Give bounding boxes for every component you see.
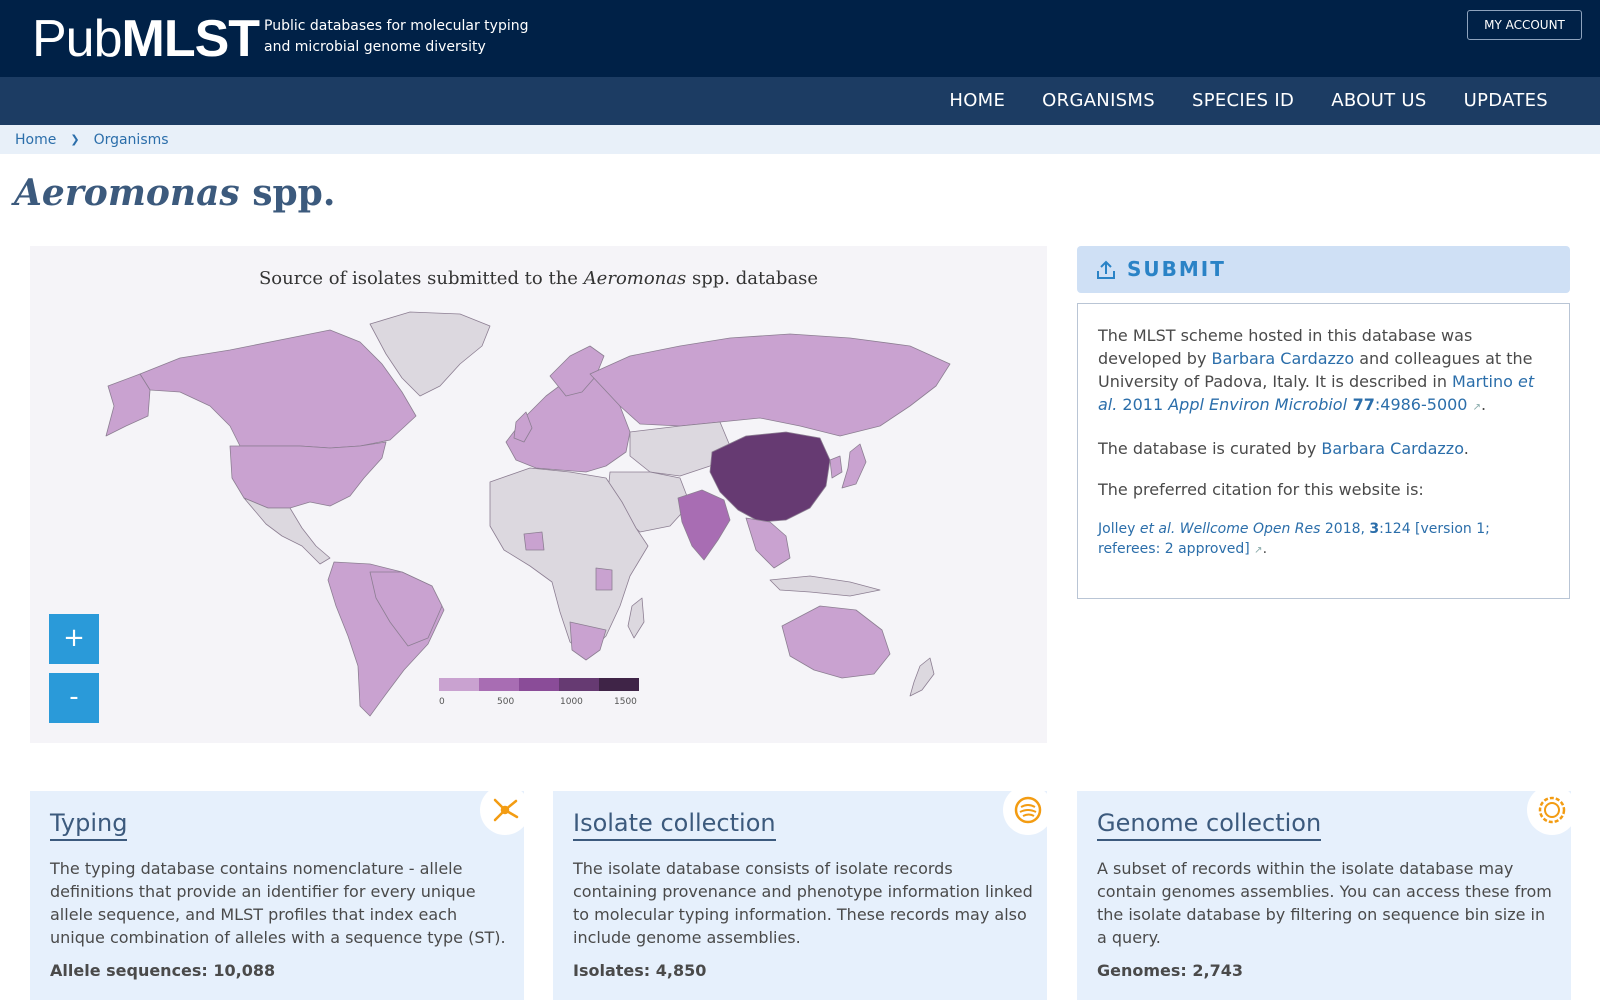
legend-color-scale	[439, 678, 639, 691]
card-count: Genomes: 2,743	[1097, 961, 1243, 980]
citation-heading: The preferred citation for this website …	[1098, 480, 1424, 499]
genome-collection-card: Genome collection A subset of records wi…	[1077, 785, 1577, 1000]
typing-card: Typing The typing database contains nome…	[30, 785, 530, 1000]
network-icon	[480, 785, 530, 835]
map-title: Source of isolates submitted to the Aero…	[258, 268, 819, 289]
nav-item-updates[interactable]: UPDATES	[1464, 77, 1548, 125]
isolate-map-panel: Source of isolates submitted to the Aero…	[30, 246, 1047, 743]
zoom-out-button[interactable]: -	[49, 673, 99, 723]
legend-swatch	[439, 678, 479, 691]
card-description: A subset of records within the isolate d…	[1097, 859, 1552, 947]
map-new-zealand	[909, 657, 935, 697]
nav-item-about-us[interactable]: ABOUT US	[1331, 77, 1426, 125]
map-kenya	[595, 567, 613, 591]
legend-tick: 0	[439, 697, 445, 707]
site-tagline: Public databases for molecular typing an…	[264, 18, 529, 55]
map-southeast-asia	[745, 517, 791, 569]
top-header: PubMLST Public databases for molecular t…	[0, 0, 1600, 77]
petri-dish-icon	[1003, 785, 1053, 835]
curator-link[interactable]: Barbara Cardazzo	[1321, 439, 1463, 458]
author-link[interactable]: Barbara Cardazzo	[1212, 349, 1355, 368]
map-legend: 0 500 1000 1500	[439, 678, 639, 707]
map-mexico	[243, 497, 331, 565]
map-australia	[781, 605, 891, 679]
legend-swatch	[479, 678, 519, 691]
legend-swatch	[599, 678, 639, 691]
my-account-button[interactable]: MY ACCOUNT	[1467, 10, 1582, 40]
nav-item-organisms[interactable]: ORGANISMS	[1042, 77, 1155, 125]
breadcrumb-home[interactable]: Home	[15, 132, 56, 148]
map-indonesia	[769, 575, 881, 597]
scheme-description: The MLST scheme hosted in this database …	[1098, 326, 1535, 414]
world-map[interactable]	[30, 246, 1047, 743]
map-japan	[841, 443, 867, 489]
legend-swatch	[519, 678, 559, 691]
upload-icon	[1097, 260, 1115, 279]
card-count: Isolates: 4,850	[573, 961, 707, 980]
nav-item-home[interactable]: HOME	[949, 77, 1005, 125]
map-nigeria	[523, 531, 545, 551]
breadcrumb: Home ❯ Organisms	[0, 125, 1600, 154]
map-korea	[829, 455, 843, 479]
page-title: Aeromonas spp.	[14, 172, 336, 214]
isolate-collection-card: Isolate collection The isolate database …	[553, 785, 1053, 1000]
pubmlst-logo[interactable]: PubMLST	[32, 10, 260, 68]
map-usa	[229, 441, 387, 509]
chevron-right-icon: ❯	[70, 133, 80, 146]
card-description: The isolate database consists of isolate…	[573, 859, 1033, 947]
map-india	[677, 489, 731, 561]
legend-swatch	[559, 678, 599, 691]
citation-text: Jolley et al. Wellcome Open Res 2018, 3:…	[1098, 521, 1490, 557]
map-alaska	[105, 373, 151, 437]
zoom-in-button[interactable]: +	[49, 614, 99, 664]
card-title-typing[interactable]: Typing	[50, 809, 128, 841]
curator-text: The database is curated by Barbara Carda…	[1098, 439, 1469, 458]
legend-tick: 1500	[614, 697, 637, 707]
external-link-icon: ↗	[1254, 545, 1263, 556]
card-description: The typing database contains nomenclatur…	[50, 859, 506, 947]
card-count: Allele sequences: 10,088	[50, 961, 276, 980]
database-info-box: The MLST scheme hosted in this database …	[1077, 303, 1570, 599]
card-title-isolates[interactable]: Isolate collection	[573, 809, 776, 841]
nav-item-species-id[interactable]: SPECIES ID	[1192, 77, 1294, 125]
genome-ring-icon	[1527, 785, 1577, 835]
breadcrumb-organisms[interactable]: Organisms	[94, 132, 169, 148]
map-madagascar	[627, 597, 645, 639]
citation-link[interactable]: Jolley et al. Wellcome Open Res 2018, 3:…	[1098, 521, 1490, 557]
card-title-genomes[interactable]: Genome collection	[1097, 809, 1322, 841]
map-russia	[589, 333, 951, 437]
main-nav: HOME ORGANISMS SPECIES ID ABOUT US UPDAT…	[0, 77, 1600, 125]
legend-tick: 1000	[560, 697, 583, 707]
external-link-icon: ↗	[1472, 402, 1481, 413]
map-china	[709, 431, 831, 523]
submit-button[interactable]: SUBMIT	[1077, 246, 1570, 293]
submit-label: SUBMIT	[1127, 257, 1226, 281]
map-canada	[139, 329, 417, 449]
legend-tick: 500	[497, 697, 515, 707]
